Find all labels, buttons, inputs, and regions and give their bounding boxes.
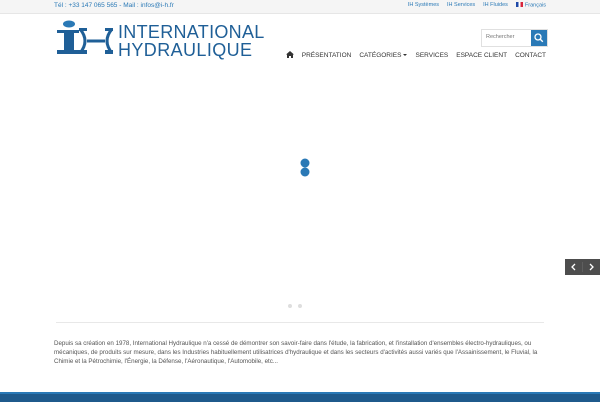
nav-espace-client[interactable]: ESPACE CLIENT bbox=[456, 52, 507, 65]
nav-services[interactable]: SERVICES bbox=[415, 52, 448, 65]
search-box bbox=[481, 29, 548, 47]
nav-presentation[interactable]: PRÉSENTATION bbox=[302, 52, 352, 65]
chevron-right-icon[interactable] bbox=[583, 259, 600, 275]
search-input[interactable] bbox=[482, 30, 534, 44]
slider-arrows bbox=[565, 259, 600, 275]
search-button[interactable] bbox=[531, 30, 547, 46]
home-icon bbox=[285, 51, 294, 58]
nav-categories-label: CATÉGORIES bbox=[359, 52, 402, 59]
footer-bar bbox=[0, 392, 600, 402]
language-selector[interactable]: Français bbox=[515, 2, 546, 9]
french-flag-icon bbox=[515, 2, 523, 7]
slider-dot-2[interactable] bbox=[298, 304, 302, 308]
logo-text-line1: INTERNATIONAL bbox=[118, 22, 265, 42]
top-links: IH Systèmes IH Services IH Fluides Franç… bbox=[408, 2, 546, 9]
main-nav: PRÉSENTATION CATÉGORIES SERVICES ESPACE … bbox=[283, 51, 546, 71]
nav-home[interactable] bbox=[283, 51, 296, 71]
link-ih-fluides[interactable]: IH Fluides bbox=[483, 2, 508, 9]
hero-slider bbox=[0, 70, 600, 310]
logo-text-line2: HYDRAULIQUE bbox=[118, 40, 253, 60]
logo-icon[interactable] bbox=[56, 19, 114, 57]
contact-info: Tél : +33 147 065 565 - Mail : infos@i-h… bbox=[54, 2, 174, 9]
nav-categories[interactable]: CATÉGORIES bbox=[359, 52, 408, 65]
loading-spinner-icon bbox=[300, 158, 310, 177]
link-ih-services[interactable]: IH Services bbox=[447, 2, 475, 9]
language-label: Français bbox=[524, 2, 546, 9]
link-ih-systemes[interactable]: IH Systèmes bbox=[408, 2, 439, 9]
top-bar: Tél : +33 147 065 565 - Mail : infos@i-h… bbox=[0, 0, 600, 14]
slider-arrows-graphic bbox=[565, 259, 600, 275]
chevron-left-icon[interactable] bbox=[565, 259, 582, 275]
slider-dot-1[interactable] bbox=[288, 304, 292, 308]
search-icon bbox=[534, 33, 544, 43]
company-description: Depuis sa création en 1978, Internationa… bbox=[54, 340, 538, 365]
header: INTERNATIONAL HYDRAULIQUE PRÉSENTATION C… bbox=[0, 14, 600, 71]
chevron-down-icon bbox=[403, 54, 408, 56]
nav-contact[interactable]: CONTACT bbox=[515, 52, 546, 65]
content-divider bbox=[56, 322, 544, 323]
